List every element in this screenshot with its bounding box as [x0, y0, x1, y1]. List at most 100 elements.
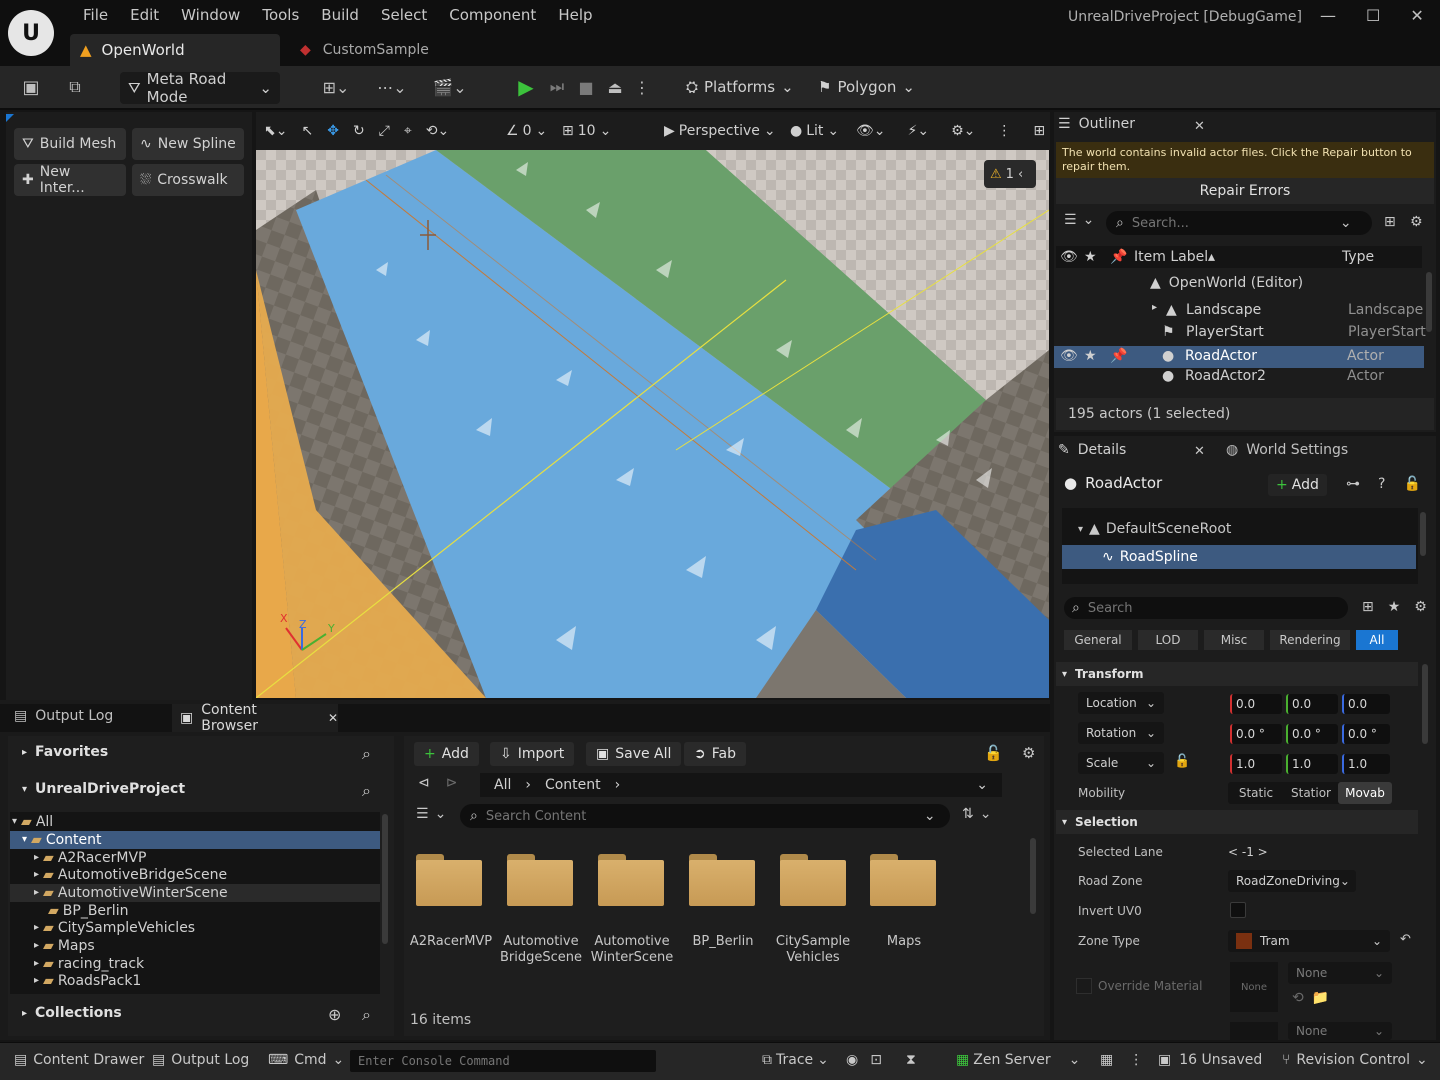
tree-row[interactable]: ▸ ▰ A2RacerMVP	[34, 849, 146, 867]
favorite-icon[interactable]: ★	[1388, 599, 1401, 615]
component-row-selected[interactable]: ∿ RoadSpline	[1062, 545, 1416, 569]
selection-section[interactable]: ▾ Selection	[1056, 810, 1418, 834]
content-search[interactable]: ⌕ ⌄	[460, 804, 950, 828]
rotation-x[interactable]: 0.0 °	[1230, 724, 1282, 744]
zone-type-dropdown[interactable]: Tram ⌄	[1228, 930, 1390, 952]
tree-row-all[interactable]: ▾ ▰ All	[12, 813, 53, 831]
search-icon[interactable]: ⌕	[362, 744, 371, 764]
use-selected-icon[interactable]: ⟲	[1292, 990, 1304, 1006]
record-icon[interactable]: ◉	[846, 1052, 858, 1068]
tree-row[interactable]: ▸ ▰ AutomotiveBridgeScene	[34, 866, 227, 884]
outliner-row-selected[interactable]: 👁 ★ 📌 ● RoadActor Actor	[1054, 346, 1424, 368]
rotation-z[interactable]: 0.0 °	[1342, 724, 1390, 744]
rotate-icon[interactable]: ↻	[353, 123, 365, 139]
collections-section[interactable]: ▸ Collections	[22, 1005, 122, 1021]
translate-icon[interactable]: ✥	[327, 123, 339, 139]
tree-row-hovered[interactable]: ▸ ▰ AutomotiveWinterScene	[10, 884, 380, 902]
filter-all[interactable]: All	[1356, 630, 1398, 650]
console-input-box[interactable]	[350, 1050, 656, 1072]
item-label-column[interactable]: Item Label	[1134, 249, 1208, 265]
filter-rendering[interactable]: Rendering	[1270, 630, 1350, 650]
close-tab-icon[interactable]: ✕	[1194, 119, 1205, 134]
more-options-icon[interactable]: ⋮	[634, 76, 650, 98]
rotation-y[interactable]: 0.0 °	[1286, 724, 1338, 744]
lit-menu[interactable]: ● Lit ⌄	[790, 118, 839, 144]
outliner-scrollbar[interactable]	[1426, 272, 1432, 332]
settings-icon[interactable]: ⚙	[1410, 214, 1423, 230]
platforms-menu[interactable]: ⛭ Platforms ⌄	[686, 76, 794, 98]
tree-row[interactable]: ▸ ▰ racing_track	[34, 955, 144, 973]
save-all-button[interactable]: ▣ Save All	[586, 742, 682, 766]
back-icon[interactable]: ⊲	[418, 775, 430, 791]
settings-icon[interactable]: ⚙⌄	[951, 123, 975, 139]
console-input[interactable]	[358, 1054, 648, 1068]
menu-file[interactable]: File	[72, 6, 119, 24]
asset-tile[interactable]	[870, 854, 936, 906]
tree-row[interactable]: ▸ ▰ RoadsPack1	[34, 972, 141, 990]
asset-tile[interactable]	[598, 854, 664, 906]
project-section[interactable]: ▾ UnrealDriveProject	[22, 781, 185, 797]
filter-button[interactable]: ☰ ⌄	[416, 806, 446, 822]
location-z[interactable]: 0.0	[1342, 694, 1390, 714]
scale-x[interactable]: 1.0	[1230, 754, 1282, 774]
blueprint-icon[interactable]: ⊶	[1346, 476, 1360, 492]
outliner-search-input[interactable]	[1131, 215, 1332, 231]
save-icon[interactable]: ▣	[20, 76, 42, 98]
menu-build[interactable]: Build	[310, 6, 370, 24]
new-intersection-button[interactable]: ✚ New Inter...	[14, 164, 126, 196]
select-mode-icon[interactable]: ⬉⌄	[264, 123, 287, 139]
favorites-section[interactable]: ▸ Favorites	[22, 744, 108, 760]
star-icon[interactable]: ★	[1084, 249, 1097, 265]
transform-section[interactable]: ▾ Transform	[1056, 662, 1418, 686]
mobility-static[interactable]: Static	[1228, 786, 1284, 800]
chevron-down-icon[interactable]: ⌄	[976, 777, 988, 793]
unreal-logo-icon[interactable]: U	[8, 10, 54, 56]
add-actor-icon[interactable]: ⊞⌄	[316, 76, 356, 98]
component-row[interactable]: ▾ ▲ DefaultSceneRoot	[1078, 521, 1231, 537]
tree-row[interactable]: ▰ BP_Berlin	[48, 902, 128, 920]
cmd-selector[interactable]: ⌨ Cmd ⌄	[268, 1052, 344, 1068]
location-dropdown[interactable]: Location ⌄	[1078, 692, 1164, 714]
content-search-input[interactable]	[485, 808, 916, 824]
stop-icon[interactable]: ■	[576, 76, 596, 98]
lock-scale-icon[interactable]: 🔓	[1174, 754, 1190, 769]
import-button[interactable]: ⇩ Import	[490, 742, 575, 766]
filter-button[interactable]: ☰ ⌄	[1064, 212, 1094, 228]
realtime-icon[interactable]: ⚡⌄	[908, 123, 930, 139]
add-component-button[interactable]: + Add	[1268, 474, 1327, 496]
tree-scrollbar[interactable]	[382, 814, 388, 944]
tab-customsample[interactable]: ◆ CustomSample	[292, 34, 492, 66]
maximize-icon[interactable]: ☐	[1366, 6, 1380, 25]
asset-tile[interactable]	[416, 854, 482, 906]
component-scrollbar[interactable]	[1420, 512, 1426, 556]
material-dropdown[interactable]: None ⌄	[1288, 1022, 1392, 1040]
details-search-input[interactable]	[1087, 600, 1328, 616]
filter-misc[interactable]: Misc	[1204, 630, 1264, 650]
grid-snap[interactable]: ⊞ 10 ⌄	[562, 118, 611, 144]
visibility-icon[interactable]: 👁	[1060, 249, 1078, 265]
outliner-row[interactable]: ● RoadActor2 Actor	[1056, 368, 1422, 390]
selected-lane-value[interactable]: < -1 >	[1228, 845, 1268, 859]
hourglass-icon[interactable]: ⧗	[906, 1052, 916, 1068]
add-button[interactable]: + Add	[414, 742, 479, 766]
level-viewport[interactable]	[256, 150, 1049, 698]
build-mesh-button[interactable]: ⛛ Build Mesh	[14, 128, 126, 160]
polygon-menu[interactable]: ⚑ Polygon ⌄	[818, 76, 915, 98]
revision-control-menu[interactable]: ⑂ Revision Control ⌄	[1282, 1052, 1428, 1068]
derived-data-icon[interactable]: ▦	[1100, 1052, 1113, 1068]
close-tab-icon[interactable]: ✕	[328, 711, 338, 725]
browse-icon[interactable]: 📁	[1312, 990, 1329, 1006]
details-search[interactable]: ⌕	[1064, 597, 1348, 619]
mode-selector[interactable]: ⛛ Meta Road Mode ⌄	[120, 70, 280, 106]
pin-icon[interactable]: 📌	[1110, 348, 1127, 364]
menu-tools[interactable]: Tools	[251, 6, 310, 24]
trace-menu[interactable]: ⧉ Trace ⌄	[762, 1052, 829, 1068]
asset-tile[interactable]	[780, 854, 846, 906]
menu-window[interactable]: Window	[170, 6, 251, 24]
invert-uv-checkbox[interactable]	[1230, 902, 1246, 918]
add-collection-icon[interactable]: ⊕	[328, 1005, 341, 1024]
output-log-button[interactable]: ▤ Output Log	[152, 1052, 249, 1068]
perspective-menu[interactable]: ▶ Perspective ⌄	[664, 118, 776, 144]
content-drawer-button[interactable]: ▤ Content Drawer	[14, 1052, 144, 1068]
blueprint-icon[interactable]: ⋯⌄	[372, 76, 412, 98]
